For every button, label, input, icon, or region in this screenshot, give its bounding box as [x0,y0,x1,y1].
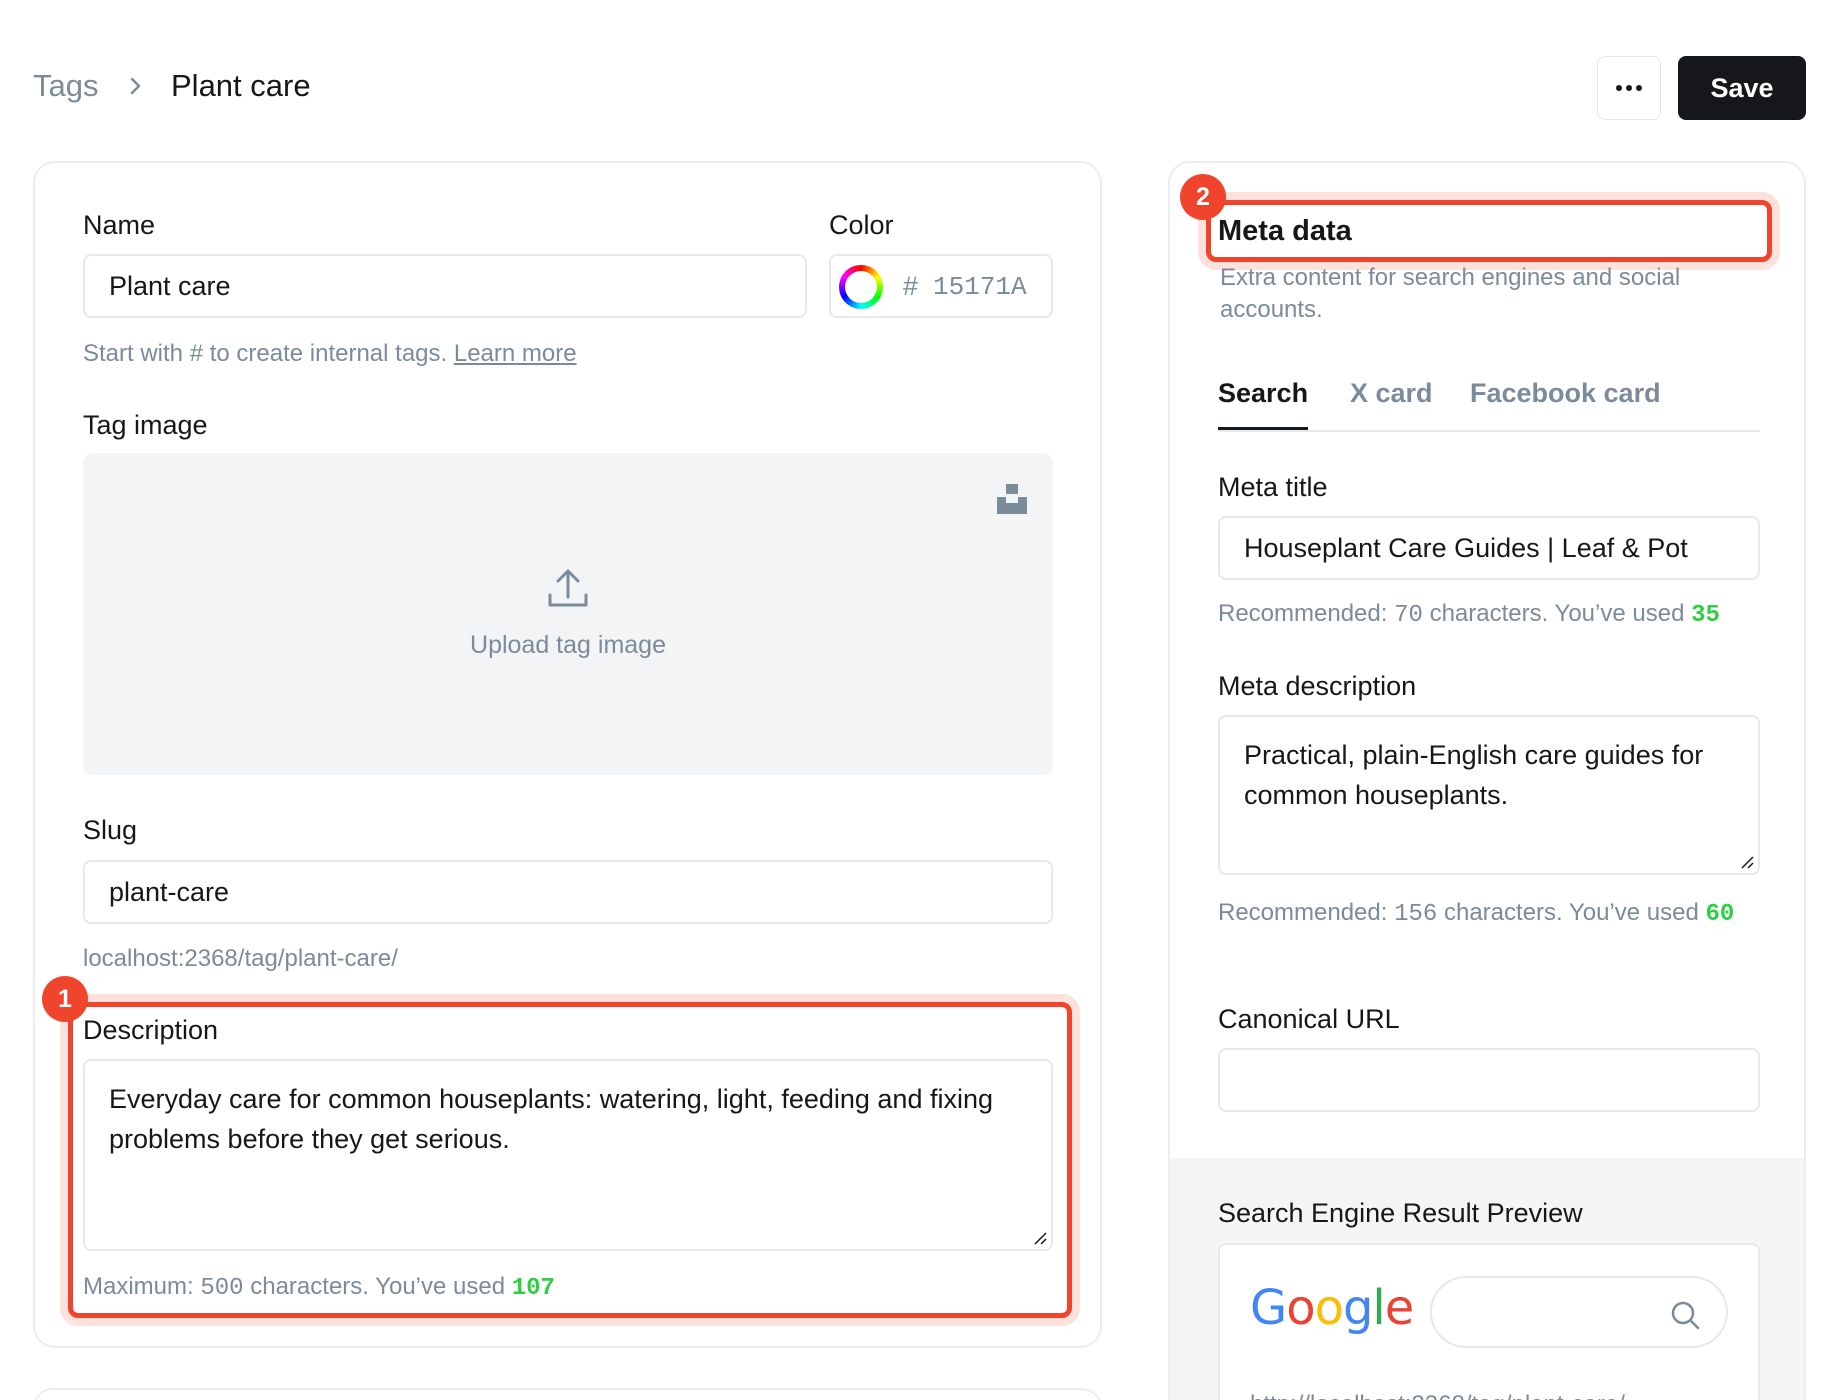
color-wheel-icon[interactable] [839,265,883,309]
breadcrumb-parent-link[interactable]: Tags [33,68,98,104]
more-options-button[interactable] [1597,56,1661,120]
slug-label: Slug [83,815,138,845]
upload-icon [548,569,588,607]
meta-title-count: 35 [1691,602,1720,629]
tab-search[interactable]: Search [1218,378,1308,409]
color-hex-value: 15171A [933,272,1027,302]
preview-url: http://localhost:2368/tag/plant-care/ [1250,1391,1625,1400]
color-label: Color [829,210,894,240]
name-hint: Start with # to create internal tags. Le… [83,340,577,368]
active-tab-indicator [1218,427,1308,430]
tag-image-upload[interactable]: Upload tag image [83,453,1053,775]
slug-url-preview: localhost:2368/tag/plant-care/ [83,945,398,972]
description-hint: Maximum: 500 characters. You’ve used 107 [83,1273,555,1302]
color-input[interactable]: # 15171A [829,254,1053,318]
description-label: Description [83,1015,219,1045]
tab-facebook-card[interactable]: Facebook card [1470,378,1661,409]
google-search-field [1430,1276,1728,1348]
unsplash-icon[interactable] [996,483,1028,515]
upload-tag-image-label: Upload tag image [470,631,666,659]
meta-title-hint-middle: characters. You’ve used [1429,600,1685,627]
description-count: 107 [511,1275,555,1302]
meta-description-textarea[interactable]: Practical, plain-English care guides for… [1218,715,1760,875]
meta-description-hint-max: 156 [1394,901,1438,928]
search-icon [1671,1301,1700,1330]
ellipsis-icon [1616,85,1642,91]
description-text: Everyday care for common houseplants: wa… [109,1084,993,1154]
annotation-badge-1: 1 [42,976,88,1022]
meta-description-hint-prefix: Recommended: [1218,899,1388,926]
name-hint-text: Start with # to create internal tags. [83,340,448,367]
save-button[interactable]: Save [1678,56,1806,120]
meta-title-hint-max: 70 [1394,602,1423,629]
meta-subtitle: Extra content for search engines and soc… [1220,264,1681,323]
slug-input[interactable]: plant-care [83,860,1053,924]
hash-prefix: # [903,271,919,301]
name-input[interactable]: Plant care [83,254,807,318]
page-title: Plant care [171,68,311,103]
description-hint-prefix: Maximum: [83,1273,194,1300]
description-hint-max: 500 [200,1275,244,1302]
description-hint-middle: characters. You’ve used [250,1273,506,1300]
resize-grip-icon[interactable] [1738,853,1754,869]
name-label: Name [83,210,156,240]
annotation-badge-2: 2 [1180,174,1226,220]
canonical-url-label: Canonical URL [1218,1004,1400,1034]
learn-more-link[interactable]: Learn more [454,340,577,367]
tab-x-card[interactable]: X card [1350,378,1433,409]
meta-description-count: 60 [1705,901,1735,928]
meta-description-label: Meta description [1218,671,1417,701]
secondary-card [33,1388,1102,1400]
canonical-url-input[interactable] [1218,1048,1760,1112]
tag-image-label: Tag image [83,410,208,440]
meta-title-hint-prefix: Recommended: [1218,600,1388,627]
tabs-divider [1218,430,1760,432]
meta-description-hint: Recommended: 156 characters. You’ve used… [1218,895,1760,933]
google-logo: Google [1250,1280,1414,1336]
meta-title-input[interactable]: Houseplant Care Guides | Leaf & Pot [1218,516,1760,580]
meta-title-heading: Meta data [1218,215,1352,247]
chevron-right-icon [130,77,141,95]
search-preview-label: Search Engine Result Preview [1218,1198,1583,1228]
meta-title-label: Meta title [1218,472,1328,502]
resize-grip-icon[interactable] [1031,1229,1047,1245]
description-textarea[interactable]: Everyday care for common houseplants: wa… [83,1059,1053,1251]
meta-description-text: Practical, plain-English care guides for… [1244,740,1704,810]
meta-title-hint: Recommended: 70 characters. You’ve used … [1218,600,1720,629]
meta-description-hint-middle: characters. You’ve used [1443,899,1699,926]
